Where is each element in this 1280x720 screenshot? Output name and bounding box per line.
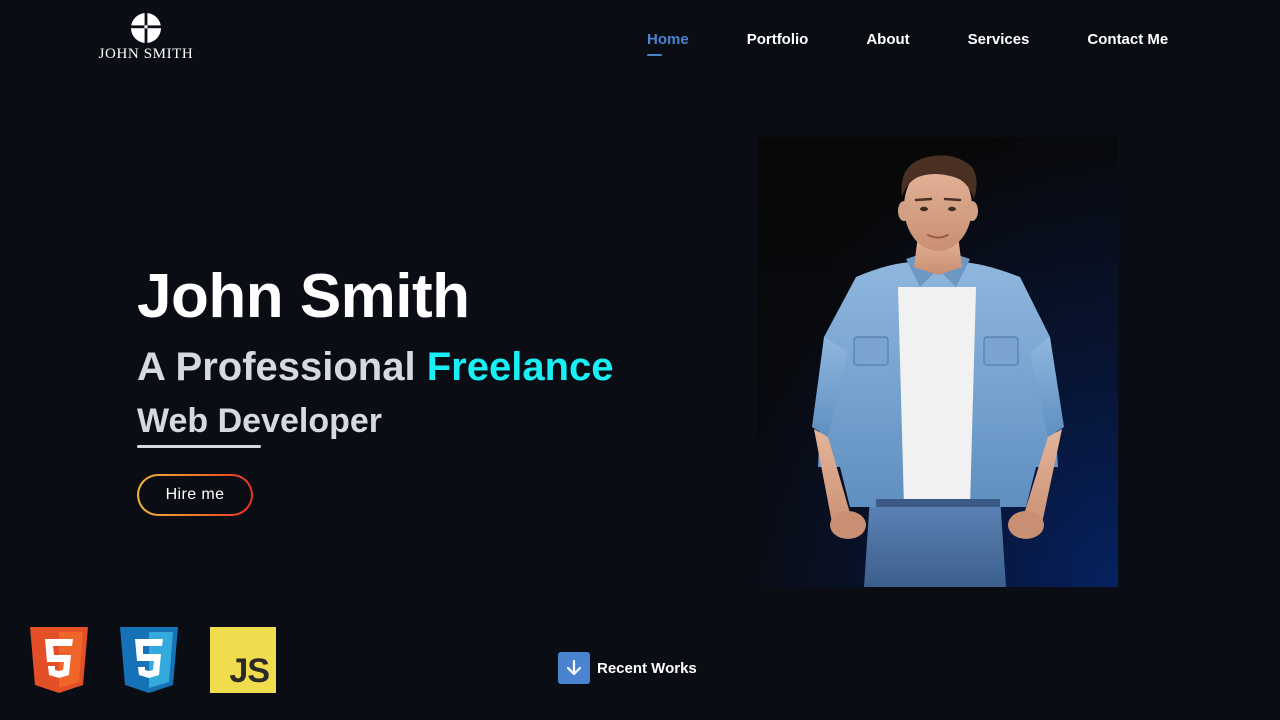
nav-item-label: Home bbox=[647, 31, 689, 48]
recent-works-link[interactable]: Recent Works bbox=[558, 652, 697, 684]
cross-circle-icon bbox=[130, 12, 162, 44]
hero-name: John Smith bbox=[137, 262, 470, 331]
hero-tagline-line1: A Professional Freelance bbox=[137, 344, 614, 390]
nav-item-contact[interactable]: Contact Me bbox=[1070, 30, 1185, 50]
hero-tagline-line2: Web Developer bbox=[137, 402, 383, 440]
javascript-icon: JS bbox=[210, 627, 276, 693]
main-nav: Home Portfolio About Services Contact Me bbox=[630, 30, 1185, 56]
hero-underline bbox=[137, 445, 261, 448]
nav-item-services[interactable]: Services bbox=[951, 30, 1047, 50]
nav-item-label: Portfolio bbox=[746, 31, 809, 48]
nav-item-label: Services bbox=[967, 31, 1030, 48]
recent-works-label: Recent Works bbox=[597, 659, 697, 677]
nav-item-portfolio[interactable]: Portfolio bbox=[730, 30, 826, 50]
css3-icon bbox=[120, 627, 178, 693]
hire-me-label: Hire me bbox=[139, 476, 251, 514]
hero-tagline-accent: Freelance bbox=[426, 345, 614, 389]
javascript-label: JS bbox=[229, 652, 270, 690]
brand-logo[interactable]: JOHN SMITH bbox=[95, 12, 197, 63]
active-nav-indicator bbox=[647, 54, 662, 56]
hero-section: John Smith A Professional Freelance Web … bbox=[137, 262, 614, 516]
portrait-image bbox=[758, 137, 1118, 587]
nav-item-about[interactable]: About bbox=[849, 30, 926, 50]
nav-item-label: Contact Me bbox=[1087, 31, 1169, 48]
arrow-down-icon bbox=[558, 652, 590, 684]
nav-item-home[interactable]: Home bbox=[630, 30, 706, 56]
hero-tagline-prefix: A Professional bbox=[137, 345, 427, 389]
html5-icon bbox=[30, 627, 88, 693]
nav-item-label: About bbox=[866, 31, 910, 48]
brand-name: JOHN SMITH bbox=[98, 46, 194, 62]
portfolio-page: JOHN SMITH Home Portfolio About Services… bbox=[0, 0, 1280, 720]
hire-me-button[interactable]: Hire me bbox=[137, 474, 253, 516]
man-in-denim-shirt-photo bbox=[812, 155, 1064, 587]
